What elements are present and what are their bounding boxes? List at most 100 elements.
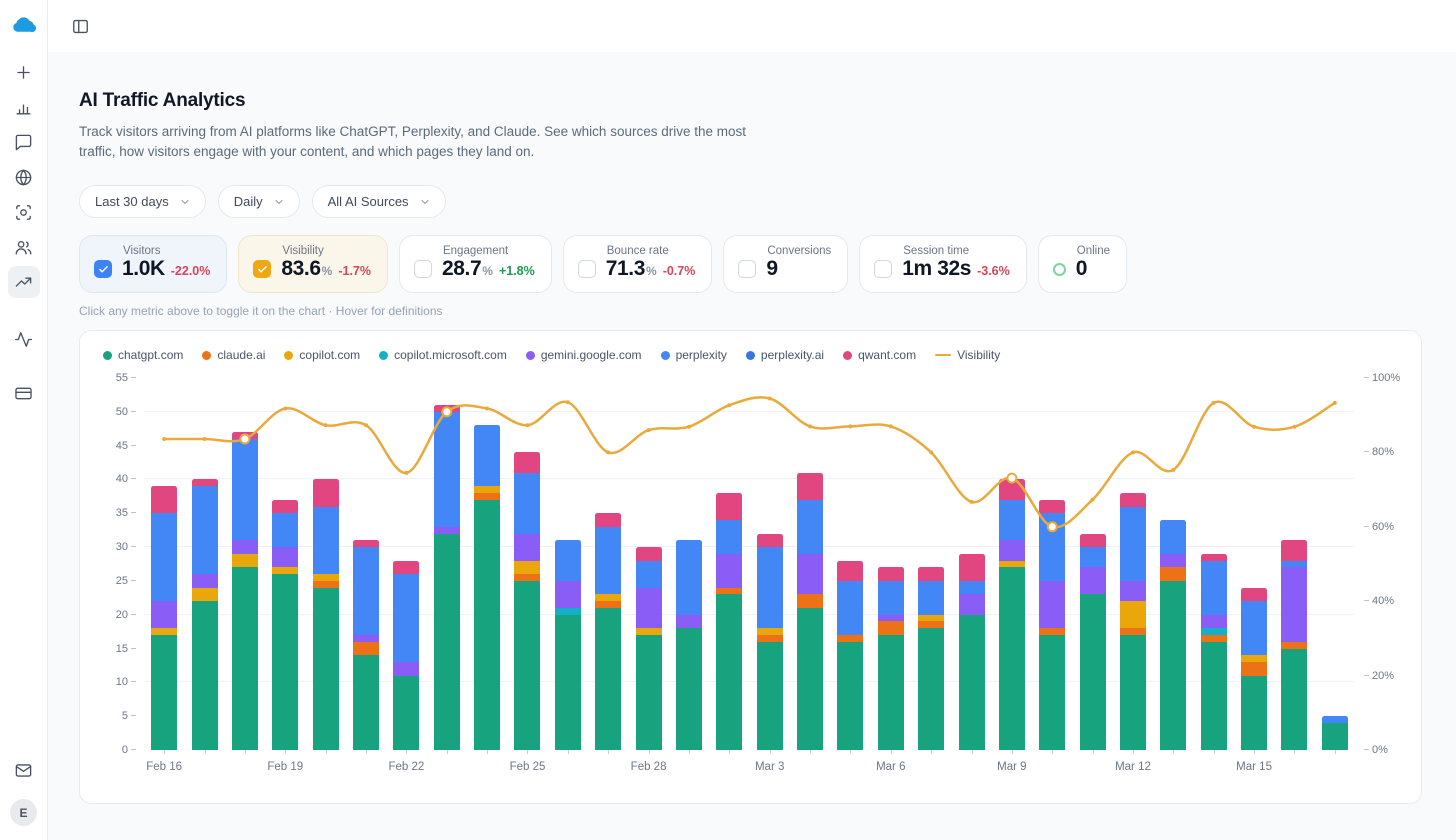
- stacked-bar-feb-24[interactable]: [474, 425, 500, 750]
- legend-item-copilot.microsoft.com[interactable]: copilot.microsoft.com: [379, 348, 507, 362]
- scan-icon: [14, 203, 33, 222]
- x-axis-label: Feb 19: [267, 761, 303, 773]
- stacked-bar-feb-26[interactable]: [555, 540, 581, 750]
- stacked-bar-mar-3[interactable]: [757, 534, 783, 750]
- stacked-bar-feb-17[interactable]: [192, 479, 218, 750]
- line-point-marker: [1212, 401, 1216, 405]
- filter-dropdown-daily[interactable]: Daily: [218, 185, 300, 218]
- metric-label: Online: [1076, 245, 1110, 257]
- line-point-marker: [1333, 401, 1337, 405]
- legend-item-claude.ai[interactable]: claude.ai: [202, 348, 265, 362]
- bar-segment-perplexity: [1322, 716, 1348, 723]
- legend-item-chatgpt.com[interactable]: chatgpt.com: [103, 348, 183, 362]
- sidebar-item-message[interactable]: [8, 126, 40, 158]
- metric-card-bounce-rate[interactable]: Bounce rate71.3%-0.7%: [563, 235, 713, 293]
- stacked-bar-feb-16[interactable]: [151, 486, 177, 750]
- sidebar-item-users[interactable]: [8, 231, 40, 263]
- stacked-bar-feb-25[interactable]: [514, 452, 540, 750]
- bar-segment-copilot.com: [514, 561, 540, 575]
- stacked-bar-feb-23[interactable]: [434, 405, 460, 750]
- legend-item-gemini.google.com[interactable]: gemini.google.com: [526, 348, 642, 362]
- metric-card-conversions[interactable]: Conversions9: [723, 235, 848, 293]
- stacked-bar-mar-1[interactable]: [676, 540, 702, 750]
- stacked-bar-mar-6[interactable]: [878, 567, 904, 750]
- stacked-bar-mar-15[interactable]: [1241, 588, 1267, 750]
- legend-item-perplexity.ai[interactable]: perplexity.ai: [746, 348, 824, 362]
- legend-label: chatgpt.com: [118, 348, 183, 362]
- stacked-bar-mar-12[interactable]: [1120, 493, 1146, 750]
- filter-dropdown-all-ai-sources[interactable]: All AI Sources: [312, 185, 446, 218]
- credit-card-icon: [14, 384, 33, 403]
- bar-segment-perplexity: [1160, 520, 1186, 554]
- stacked-bar-mar-2[interactable]: [716, 493, 742, 750]
- y-axis-tick-left: 55: [88, 372, 136, 384]
- stacked-bar-feb-18[interactable]: [232, 432, 258, 750]
- x-axis-tick: [1133, 750, 1134, 754]
- sidebar-item-credit-card[interactable]: [8, 377, 40, 409]
- bar-segment-copilot.com: [1241, 655, 1267, 662]
- stacked-bar-mar-11[interactable]: [1080, 534, 1106, 750]
- stacked-bar-feb-20[interactable]: [313, 479, 339, 750]
- sidebar-item-plus[interactable]: [8, 56, 40, 88]
- bar-segment-gemini.google.com: [434, 527, 460, 534]
- y-axis-tick-right: 100%: [1364, 372, 1400, 384]
- bar-segment-claude.ai: [313, 581, 339, 588]
- stacked-bar-feb-22[interactable]: [393, 561, 419, 750]
- metric-checkbox-unchecked[interactable]: [578, 260, 596, 278]
- stacked-bar-mar-8[interactable]: [959, 554, 985, 750]
- legend-dot-icon: [526, 351, 535, 360]
- sidebar-item-globe[interactable]: [8, 161, 40, 193]
- legend-item-perplexity[interactable]: perplexity: [661, 348, 727, 362]
- metric-checkbox-unchecked[interactable]: [874, 260, 892, 278]
- stacked-bar-feb-27[interactable]: [595, 513, 621, 750]
- metric-checkbox-unchecked[interactable]: [738, 260, 756, 278]
- metric-card-visibility[interactable]: Visibility83.6%-1.7%: [238, 235, 388, 293]
- sidebar-item-activity[interactable]: [8, 323, 40, 355]
- stacked-bar-mar-9[interactable]: [999, 479, 1025, 750]
- stacked-bar-mar-16[interactable]: [1281, 540, 1307, 750]
- bar-segment-gemini.google.com: [272, 547, 298, 567]
- bar-segment-qwant.com: [595, 513, 621, 527]
- stacked-bar-mar-7[interactable]: [918, 567, 944, 750]
- bar-segment-perplexity: [797, 500, 823, 554]
- stacked-bar-mar-17[interactable]: [1322, 716, 1348, 750]
- metric-checkbox-checked[interactable]: [253, 260, 271, 278]
- bar-segment-copilot.com: [272, 567, 298, 574]
- legend-label: perplexity.ai: [761, 348, 824, 362]
- bar-segment-perplexity: [716, 520, 742, 554]
- metric-card-online[interactable]: Online0: [1038, 235, 1127, 293]
- metric-card-engagement[interactable]: Engagement28.7%+1.8%: [399, 235, 552, 293]
- stacked-bar-mar-10[interactable]: [1039, 500, 1065, 750]
- stacked-bar-mar-14[interactable]: [1201, 554, 1227, 750]
- user-avatar[interactable]: E: [10, 799, 37, 826]
- stacked-bar-mar-5[interactable]: [837, 561, 863, 750]
- bar-segment-perplexity: [878, 581, 904, 615]
- stacked-bar-feb-28[interactable]: [636, 547, 662, 750]
- panel-toggle-button[interactable]: [65, 11, 95, 41]
- bar-segment-qwant.com: [959, 554, 985, 581]
- legend-item-visibility-line[interactable]: Visibility: [935, 348, 1000, 362]
- metric-card-visitors[interactable]: Visitors1.0K-22.0%: [79, 235, 227, 293]
- filter-dropdown-last-30-days[interactable]: Last 30 days: [79, 185, 206, 218]
- metric-checkbox-unchecked[interactable]: [414, 260, 432, 278]
- cloud-logo-icon[interactable]: [8, 10, 40, 42]
- bar-segment-copilot.com: [1120, 601, 1146, 628]
- sidebar-item-scan[interactable]: [8, 196, 40, 228]
- legend-item-copilot.com[interactable]: copilot.com: [284, 348, 360, 362]
- stacked-bar-mar-13[interactable]: [1160, 520, 1186, 750]
- sidebar-item-mail[interactable]: [8, 754, 40, 786]
- bar-segment-qwant.com: [1241, 588, 1267, 602]
- metric-card-session-time[interactable]: Session time1m 32s-3.6%: [859, 235, 1026, 293]
- legend-item-qwant.com[interactable]: qwant.com: [843, 348, 916, 362]
- stacked-bar-feb-21[interactable]: [353, 540, 379, 750]
- stacked-bar-mar-4[interactable]: [797, 473, 823, 750]
- main-area: AI Traffic Analytics Track visitors arri…: [48, 0, 1456, 840]
- stacked-bar-feb-19[interactable]: [272, 500, 298, 750]
- bar-segment-chatgpt.com: [353, 655, 379, 750]
- bar-segment-chatgpt.com: [514, 581, 540, 750]
- x-axis-tick: [1052, 750, 1053, 754]
- sidebar-item-trending-up[interactable]: [8, 266, 40, 298]
- bar-segment-gemini.google.com: [1201, 615, 1227, 629]
- sidebar-item-bar-chart[interactable]: [8, 91, 40, 123]
- metric-checkbox-checked[interactable]: [94, 260, 112, 278]
